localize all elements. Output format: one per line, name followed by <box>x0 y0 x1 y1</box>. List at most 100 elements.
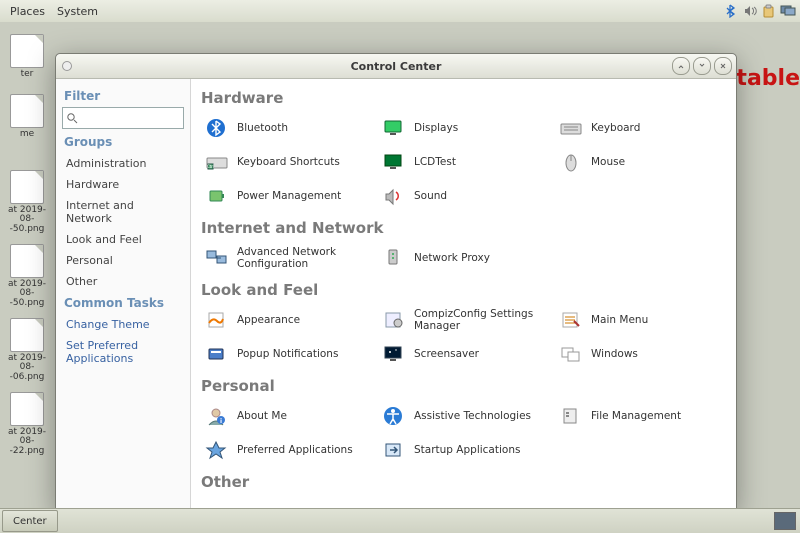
top-panel: Places System <box>0 0 800 23</box>
compiz-icon <box>380 308 408 332</box>
category-header: Personal <box>201 377 726 395</box>
task-preferred-apps[interactable]: Set Preferred Applications <box>60 335 186 369</box>
bluetooth-icon[interactable] <box>723 3 739 19</box>
close-button[interactable] <box>714 57 732 75</box>
assistive-icon <box>380 404 408 428</box>
item-prefapps[interactable]: Preferred Applications <box>201 435 372 465</box>
bluetooth-icon <box>203 116 231 140</box>
sidebar-group-lookfeel[interactable]: Look and Feel <box>60 229 186 250</box>
item-label: Main Menu <box>591 314 648 326</box>
item-label: LCDTest <box>414 156 456 168</box>
item-label: File Management <box>591 410 681 422</box>
titlebar[interactable]: Control Center <box>56 54 736 79</box>
item-label: Assistive Technologies <box>414 410 531 422</box>
content-pane[interactable]: Hardware Bluetooth Displays Keyboard Ctrl Key… <box>191 79 736 512</box>
item-windows[interactable]: Windows <box>555 339 726 369</box>
item-label: CompizConfig Settings Manager <box>414 308 547 332</box>
item-label: Advanced Network Configuration <box>237 246 370 270</box>
windows-icon <box>557 342 585 366</box>
item-mouse[interactable]: Mouse <box>555 147 726 177</box>
desktop-icon[interactable]: at 2019-08- -06.png <box>4 318 50 382</box>
item-screensaver[interactable]: Screensaver <box>378 339 549 369</box>
item-kbshort[interactable]: Ctrl Keyboard Shortcuts <box>201 147 372 177</box>
item-appearance[interactable]: Appearance <box>201 305 372 335</box>
item-label: Power Management <box>237 190 341 202</box>
item-label: Keyboard <box>591 122 640 134</box>
menu-system[interactable]: System <box>51 3 104 20</box>
sidebar-group-internet[interactable]: Internet and Network <box>60 195 186 229</box>
menu-places[interactable]: Places <box>4 3 51 20</box>
item-assistive[interactable]: Assistive Technologies <box>378 401 549 431</box>
item-label: Preferred Applications <box>237 444 353 456</box>
item-power[interactable]: Power Management <box>201 181 372 211</box>
item-label: Startup Applications <box>414 444 520 456</box>
taskbar-button[interactable]: Center <box>2 510 58 532</box>
item-mainmenu[interactable]: Main Menu <box>555 305 726 335</box>
volume-icon[interactable] <box>742 3 758 19</box>
item-label: About Me <box>237 410 287 422</box>
item-label: Displays <box>414 122 458 134</box>
mouse-icon <box>557 150 585 174</box>
item-popup[interactable]: Popup Notifications <box>201 339 372 369</box>
screensaver-icon <box>380 342 408 366</box>
svg-text:i: i <box>220 418 222 425</box>
search-input[interactable] <box>62 107 184 129</box>
item-label: Windows <box>591 348 638 360</box>
desktop-icon[interactable]: at 2019-08- -50.png <box>4 170 50 234</box>
item-label: Appearance <box>237 314 300 326</box>
power-icon <box>203 184 231 208</box>
search-icon <box>66 112 78 124</box>
startup-icon <box>380 438 408 462</box>
keyboard-icon <box>557 116 585 140</box>
proxy-icon <box>380 246 408 270</box>
item-label: Mouse <box>591 156 625 168</box>
monitor-icon[interactable] <box>780 3 796 19</box>
maximize-button[interactable] <box>693 57 711 75</box>
desktop: table ter me at 2019-08- -50.png at 2019… <box>0 22 800 509</box>
item-sound[interactable]: Sound <box>378 181 549 211</box>
item-keyboard[interactable]: Keyboard <box>555 113 726 143</box>
kbshort-icon: Ctrl <box>203 150 231 174</box>
task-change-theme[interactable]: Change Theme <box>60 314 186 335</box>
sidebar-group-administration[interactable]: Administration <box>60 153 186 174</box>
control-center-window: Control Center Filter Groups Administrat… <box>55 53 737 513</box>
desktop-watermark: table <box>736 66 800 91</box>
window-title: Control Center <box>351 60 442 73</box>
category-header: Other <box>201 473 726 491</box>
category-header: Look and Feel <box>201 281 726 299</box>
window-menu-icon[interactable] <box>62 61 72 71</box>
item-label: Bluetooth <box>237 122 288 134</box>
filter-header: Filter <box>64 89 182 103</box>
lcdtest-icon <box>380 150 408 174</box>
advnet-icon <box>203 246 231 270</box>
sidebar-group-hardware[interactable]: Hardware <box>60 174 186 195</box>
desktop-icon[interactable]: at 2019-08- -50.png <box>4 244 50 308</box>
item-lcdtest[interactable]: LCDTest <box>378 147 549 177</box>
appearance-icon <box>203 308 231 332</box>
sidebar-group-other[interactable]: Other <box>60 271 186 292</box>
item-startup[interactable]: Startup Applications <box>378 435 549 465</box>
prefapps-icon <box>203 438 231 462</box>
mainmenu-icon <box>557 308 585 332</box>
item-aboutme[interactable]: i About Me <box>201 401 372 431</box>
item-compiz[interactable]: CompizConfig Settings Manager <box>378 305 549 335</box>
item-label: Network Proxy <box>414 252 490 264</box>
workspace-switcher[interactable] <box>774 512 796 530</box>
clipboard-icon[interactable] <box>761 3 777 19</box>
popup-icon <box>203 342 231 366</box>
category-header: Hardware <box>201 89 726 107</box>
desktop-icon[interactable]: me <box>4 94 50 139</box>
item-bluetooth[interactable]: Bluetooth <box>201 113 372 143</box>
item-advnet[interactable]: Advanced Network Configuration <box>201 243 372 273</box>
groups-header: Groups <box>64 135 182 149</box>
desktop-icon[interactable]: ter <box>4 34 50 79</box>
minimize-button[interactable] <box>672 57 690 75</box>
item-displays[interactable]: Displays <box>378 113 549 143</box>
sidebar-group-personal[interactable]: Personal <box>60 250 186 271</box>
item-proxy[interactable]: Network Proxy <box>378 243 549 273</box>
bottom-panel: Center <box>0 508 800 533</box>
item-filemgmt[interactable]: File Management <box>555 401 726 431</box>
desktop-icon[interactable]: at 2019-08- -22.png <box>4 392 50 456</box>
item-label: Keyboard Shortcuts <box>237 156 340 168</box>
sound-icon <box>380 184 408 208</box>
